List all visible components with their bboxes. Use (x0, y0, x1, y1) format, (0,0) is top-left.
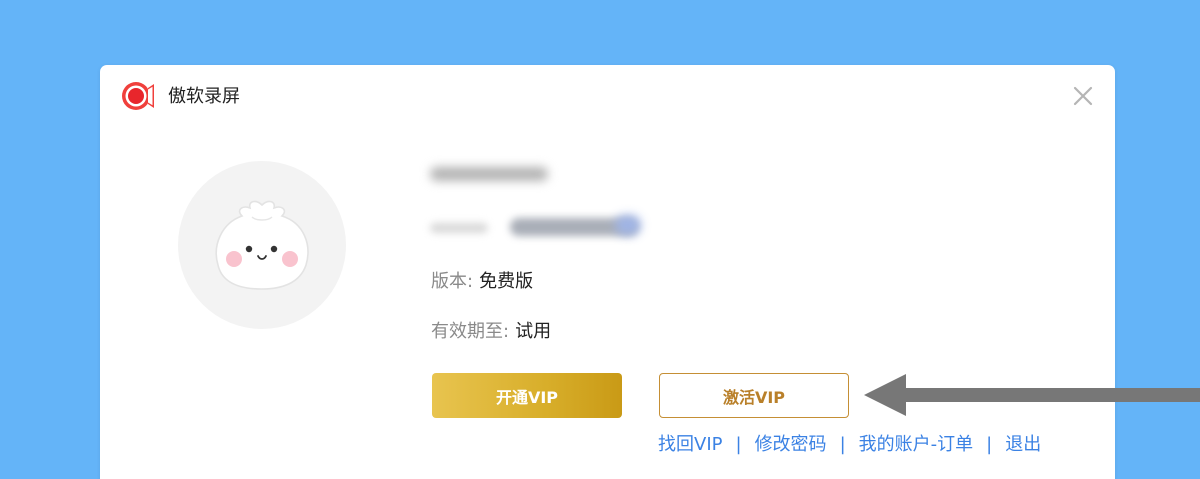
version-label: 版本: (431, 271, 474, 292)
titlebar: 傲软录屏 (100, 65, 1115, 127)
activate-vip-button[interactable]: 激活VIP (659, 373, 849, 418)
change-password-link[interactable]: 修改密码 (755, 434, 827, 455)
logout-link[interactable]: 退出 (1005, 434, 1041, 455)
username-redacted (430, 167, 548, 181)
recover-vip-link[interactable]: 找回VIP (658, 434, 722, 455)
left-pointing-arrow-icon (864, 374, 1200, 416)
avatar (178, 161, 346, 329)
close-icon[interactable] (1070, 83, 1096, 109)
app-title: 傲软录屏 (168, 86, 240, 107)
link-separator: | (986, 434, 993, 455)
link-separator: | (735, 434, 742, 455)
desktop-background: 傲软录屏 版本: 免费版 有效期至: 试用 开通VIP 激活VIP 找回VIP … (0, 0, 1200, 479)
version-value: 免费版 (479, 271, 534, 292)
expiry-value: 试用 (515, 321, 552, 342)
open-vip-button[interactable]: 开通VIP (432, 373, 622, 418)
expiry-row: 有效期至: 试用 (431, 320, 551, 344)
account-badge-redacted (615, 215, 641, 235)
steamed-bun-avatar-icon (215, 200, 309, 290)
my-account-orders-link[interactable]: 我的账户-订单 (859, 434, 974, 455)
account-dialog: 傲软录屏 版本: 免费版 有效期至: 试用 开通VIP 激活VIP 找回VIP … (100, 65, 1115, 479)
expiry-label: 有效期至: (431, 321, 510, 342)
account-label-redacted (430, 223, 488, 233)
version-row: 版本: 免费版 (431, 270, 533, 294)
link-separator: | (839, 434, 846, 455)
record-camera-logo-icon (121, 80, 155, 112)
account-links: 找回VIP | 修改密码 | 我的账户-订单 | 退出 (658, 433, 1041, 457)
